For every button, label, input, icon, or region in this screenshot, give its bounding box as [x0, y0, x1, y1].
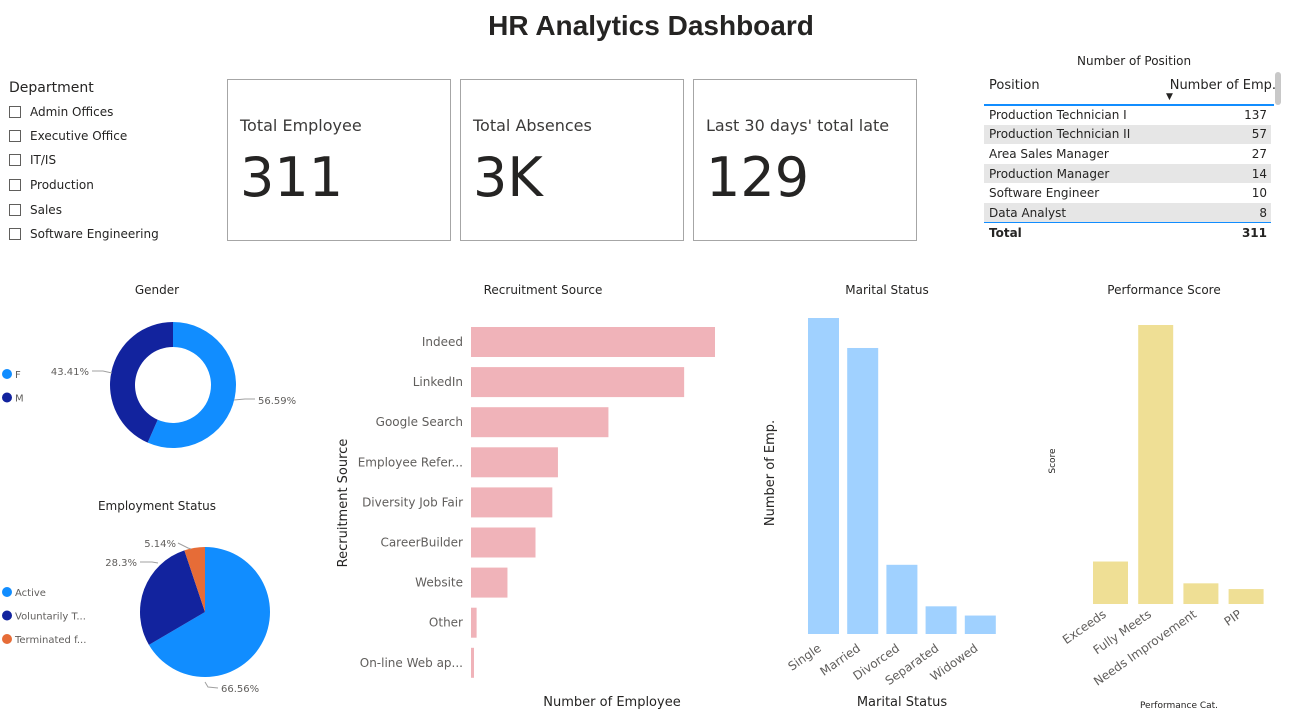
legend-label: Terminated f... [14, 635, 86, 646]
tick-label: CareerBuilder [380, 536, 463, 550]
bar[interactable] [471, 567, 508, 598]
data-label: 43.41% [51, 367, 89, 378]
bar[interactable] [964, 615, 996, 634]
legend-marker[interactable] [2, 587, 12, 597]
leader-line [233, 398, 255, 401]
tick-label: PIP [1222, 607, 1245, 629]
tick-label: On-line Web ap... [360, 656, 463, 670]
bar[interactable] [925, 606, 957, 634]
tick-label: Google Search [376, 415, 463, 429]
bar[interactable] [808, 318, 839, 634]
tick-label: Indeed [422, 335, 463, 349]
axis-title: Recruitment Source [336, 439, 351, 568]
legend-marker[interactable] [2, 634, 12, 644]
tick-label: LinkedIn [413, 375, 463, 389]
tick-label: Employee Refer... [358, 455, 463, 469]
tick-label: Website [415, 576, 463, 590]
bar[interactable] [471, 527, 536, 558]
legend-marker[interactable] [2, 610, 12, 621]
leader-line [177, 542, 192, 550]
bar[interactable] [1183, 583, 1219, 604]
legend-label: F [15, 370, 21, 381]
bar[interactable] [471, 327, 715, 357]
legend-label: Active [15, 588, 46, 599]
bar[interactable] [886, 564, 918, 634]
chart-title: Employment Status [98, 499, 216, 513]
bar[interactable] [471, 607, 477, 638]
bar[interactable] [847, 347, 879, 634]
data-label: 56.59% [258, 396, 296, 407]
legend-label: M [15, 394, 24, 405]
axis-title: Number of Employee [543, 695, 680, 710]
leader-line [92, 370, 113, 374]
chart-title: Recruitment Source [484, 283, 603, 297]
data-label: 66.56% [221, 684, 259, 695]
axis-title: Number of Emp. [763, 420, 778, 526]
tick-label: Diversity Job Fair [362, 495, 463, 509]
tick-label: Other [429, 616, 463, 630]
bar[interactable] [1228, 589, 1264, 604]
leader-line [140, 561, 159, 564]
bar[interactable] [471, 487, 553, 518]
data-label: 5.14% [144, 539, 176, 550]
axis-title: Score [1048, 448, 1058, 474]
bar[interactable] [1138, 325, 1174, 604]
data-label: 28.3% [105, 558, 137, 569]
bar[interactable] [1093, 561, 1128, 604]
legend-marker[interactable] [2, 369, 12, 379]
bar[interactable] [471, 447, 558, 478]
chart-title: Performance Score [1107, 283, 1220, 297]
chart-title: Gender [135, 283, 179, 297]
axis-title: Performance Cat. [1140, 701, 1218, 711]
leader-line [204, 681, 219, 689]
bar[interactable] [471, 647, 474, 678]
legend-label: Voluntarily T... [15, 612, 86, 623]
legend-marker[interactable] [2, 392, 12, 403]
bar[interactable] [471, 367, 685, 398]
axis-title: Marital Status [857, 695, 948, 710]
bar[interactable] [471, 407, 609, 438]
chart-title: Marital Status [845, 283, 928, 297]
charts-canvas: Gender 56.59% 43.41% F M Employment Status 66.… [2, 283, 1264, 711]
